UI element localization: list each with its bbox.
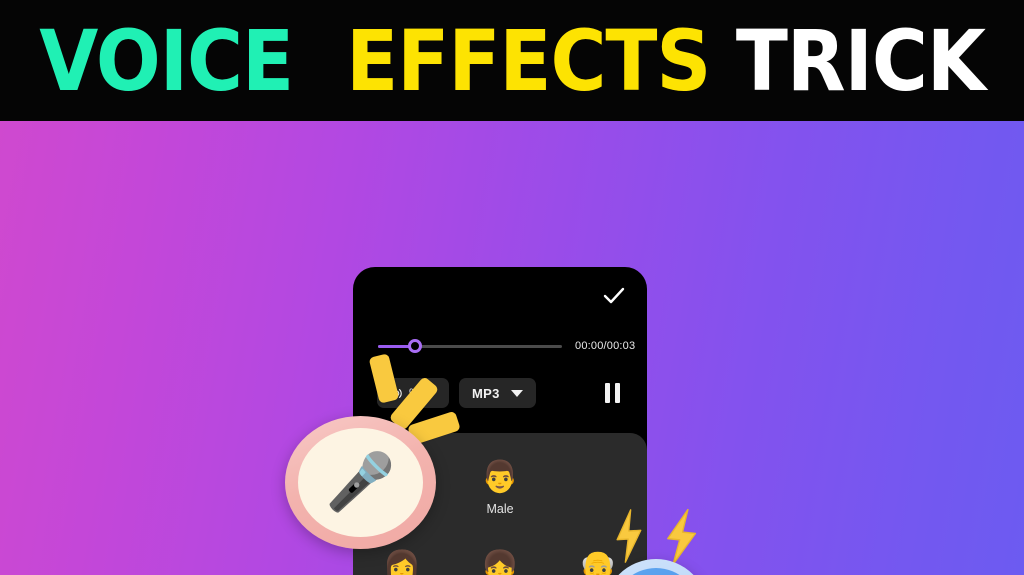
progress-handle[interactable]	[408, 338, 422, 353]
format-value: MP3	[472, 385, 500, 401]
girl-emoji: 👧	[480, 549, 520, 575]
title-word-effects: EFFECTS	[346, 11, 711, 110]
check-icon[interactable]	[601, 283, 627, 309]
pause-bar-right	[614, 383, 620, 403]
format-dropdown[interactable]: MP3	[459, 378, 536, 408]
microphone-badge-inner: 🎤	[298, 428, 423, 537]
time-label: 00:00/00:03	[575, 340, 636, 352]
pause-bar-left	[604, 383, 610, 403]
player-progress-row: 00:00/00:03	[353, 333, 647, 359]
microphone-icon: 🎤	[325, 449, 396, 515]
page-title: VOICE EFFECTS TRICK	[39, 11, 986, 110]
progress-slider[interactable]	[378, 338, 562, 353]
effect-cell[interactable]: 👧Cute	[451, 539, 549, 575]
woman-emoji: 👩	[382, 549, 422, 575]
title-word-voice: VOICE	[39, 11, 294, 110]
title-word-trick: TRICK	[735, 11, 986, 110]
chevron-down-icon	[510, 389, 523, 397]
confirm-bar	[353, 267, 647, 325]
microphone-badge: 🎤	[285, 416, 436, 549]
effect-cell[interactable]: 👨 Male	[451, 449, 549, 527]
pause-button[interactable]	[601, 382, 623, 404]
man-emoji: 👨	[480, 459, 520, 495]
background-stage: ♫ 00:00/00:03 %	[0, 121, 1024, 575]
lightning-bolt-icon	[616, 509, 642, 563]
effect-label: Male	[486, 502, 514, 516]
title-banner: VOICE EFFECTS TRICK	[0, 0, 1024, 121]
squirrel-badge: 🐿	[604, 559, 708, 575]
